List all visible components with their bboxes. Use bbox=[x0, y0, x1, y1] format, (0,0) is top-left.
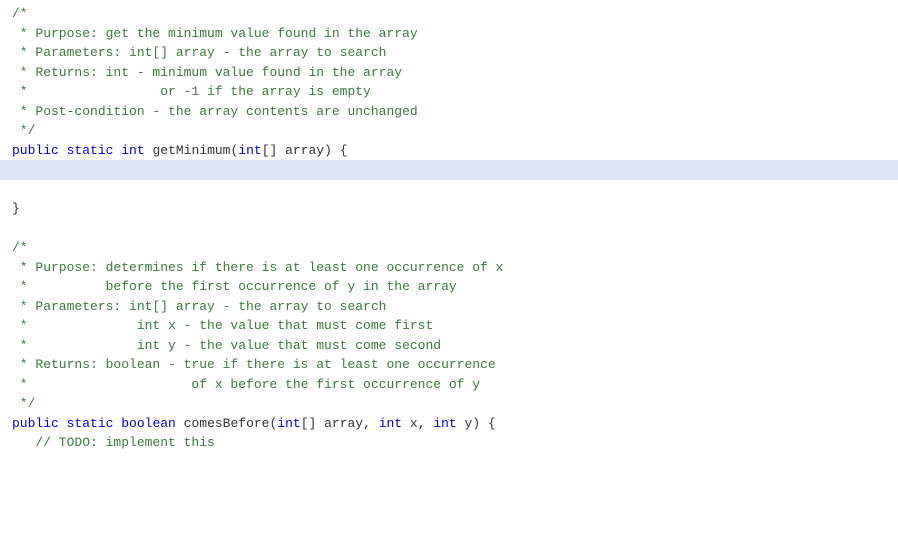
code-line: * Purpose: determines if there is at lea… bbox=[0, 258, 898, 278]
code-line: public static boolean comesBefore(int[] … bbox=[0, 414, 898, 434]
code-line: * Post-condition - the array contents ar… bbox=[0, 102, 898, 122]
code-line: // TODO: implement this bbox=[0, 433, 898, 453]
code-line: * Parameters: int[] array - the array to… bbox=[0, 43, 898, 63]
code-line: * Returns: boolean - true if there is at… bbox=[0, 355, 898, 375]
code-line bbox=[0, 180, 898, 200]
code-line: } bbox=[0, 199, 898, 219]
code-line: /* bbox=[0, 4, 898, 24]
code-line: /* bbox=[0, 238, 898, 258]
code-line bbox=[0, 219, 898, 239]
code-line: * Purpose: get the minimum value found i… bbox=[0, 24, 898, 44]
code-line bbox=[0, 160, 898, 180]
code-line: * before the first occurrence of y in th… bbox=[0, 277, 898, 297]
code-line: */ bbox=[0, 121, 898, 141]
code-line: * Parameters: int[] array - the array to… bbox=[0, 297, 898, 317]
code-line: public static int getMinimum(int[] array… bbox=[0, 141, 898, 161]
code-editor: /* * Purpose: get the minimum value foun… bbox=[0, 0, 898, 546]
code-line: * or -1 if the array is empty bbox=[0, 82, 898, 102]
code-line: * int x - the value that must come first bbox=[0, 316, 898, 336]
code-line: * of x before the first occurrence of y bbox=[0, 375, 898, 395]
code-line: */ bbox=[0, 394, 898, 414]
code-line: * int y - the value that must come secon… bbox=[0, 336, 898, 356]
code-line: * Returns: int - minimum value found in … bbox=[0, 63, 898, 83]
